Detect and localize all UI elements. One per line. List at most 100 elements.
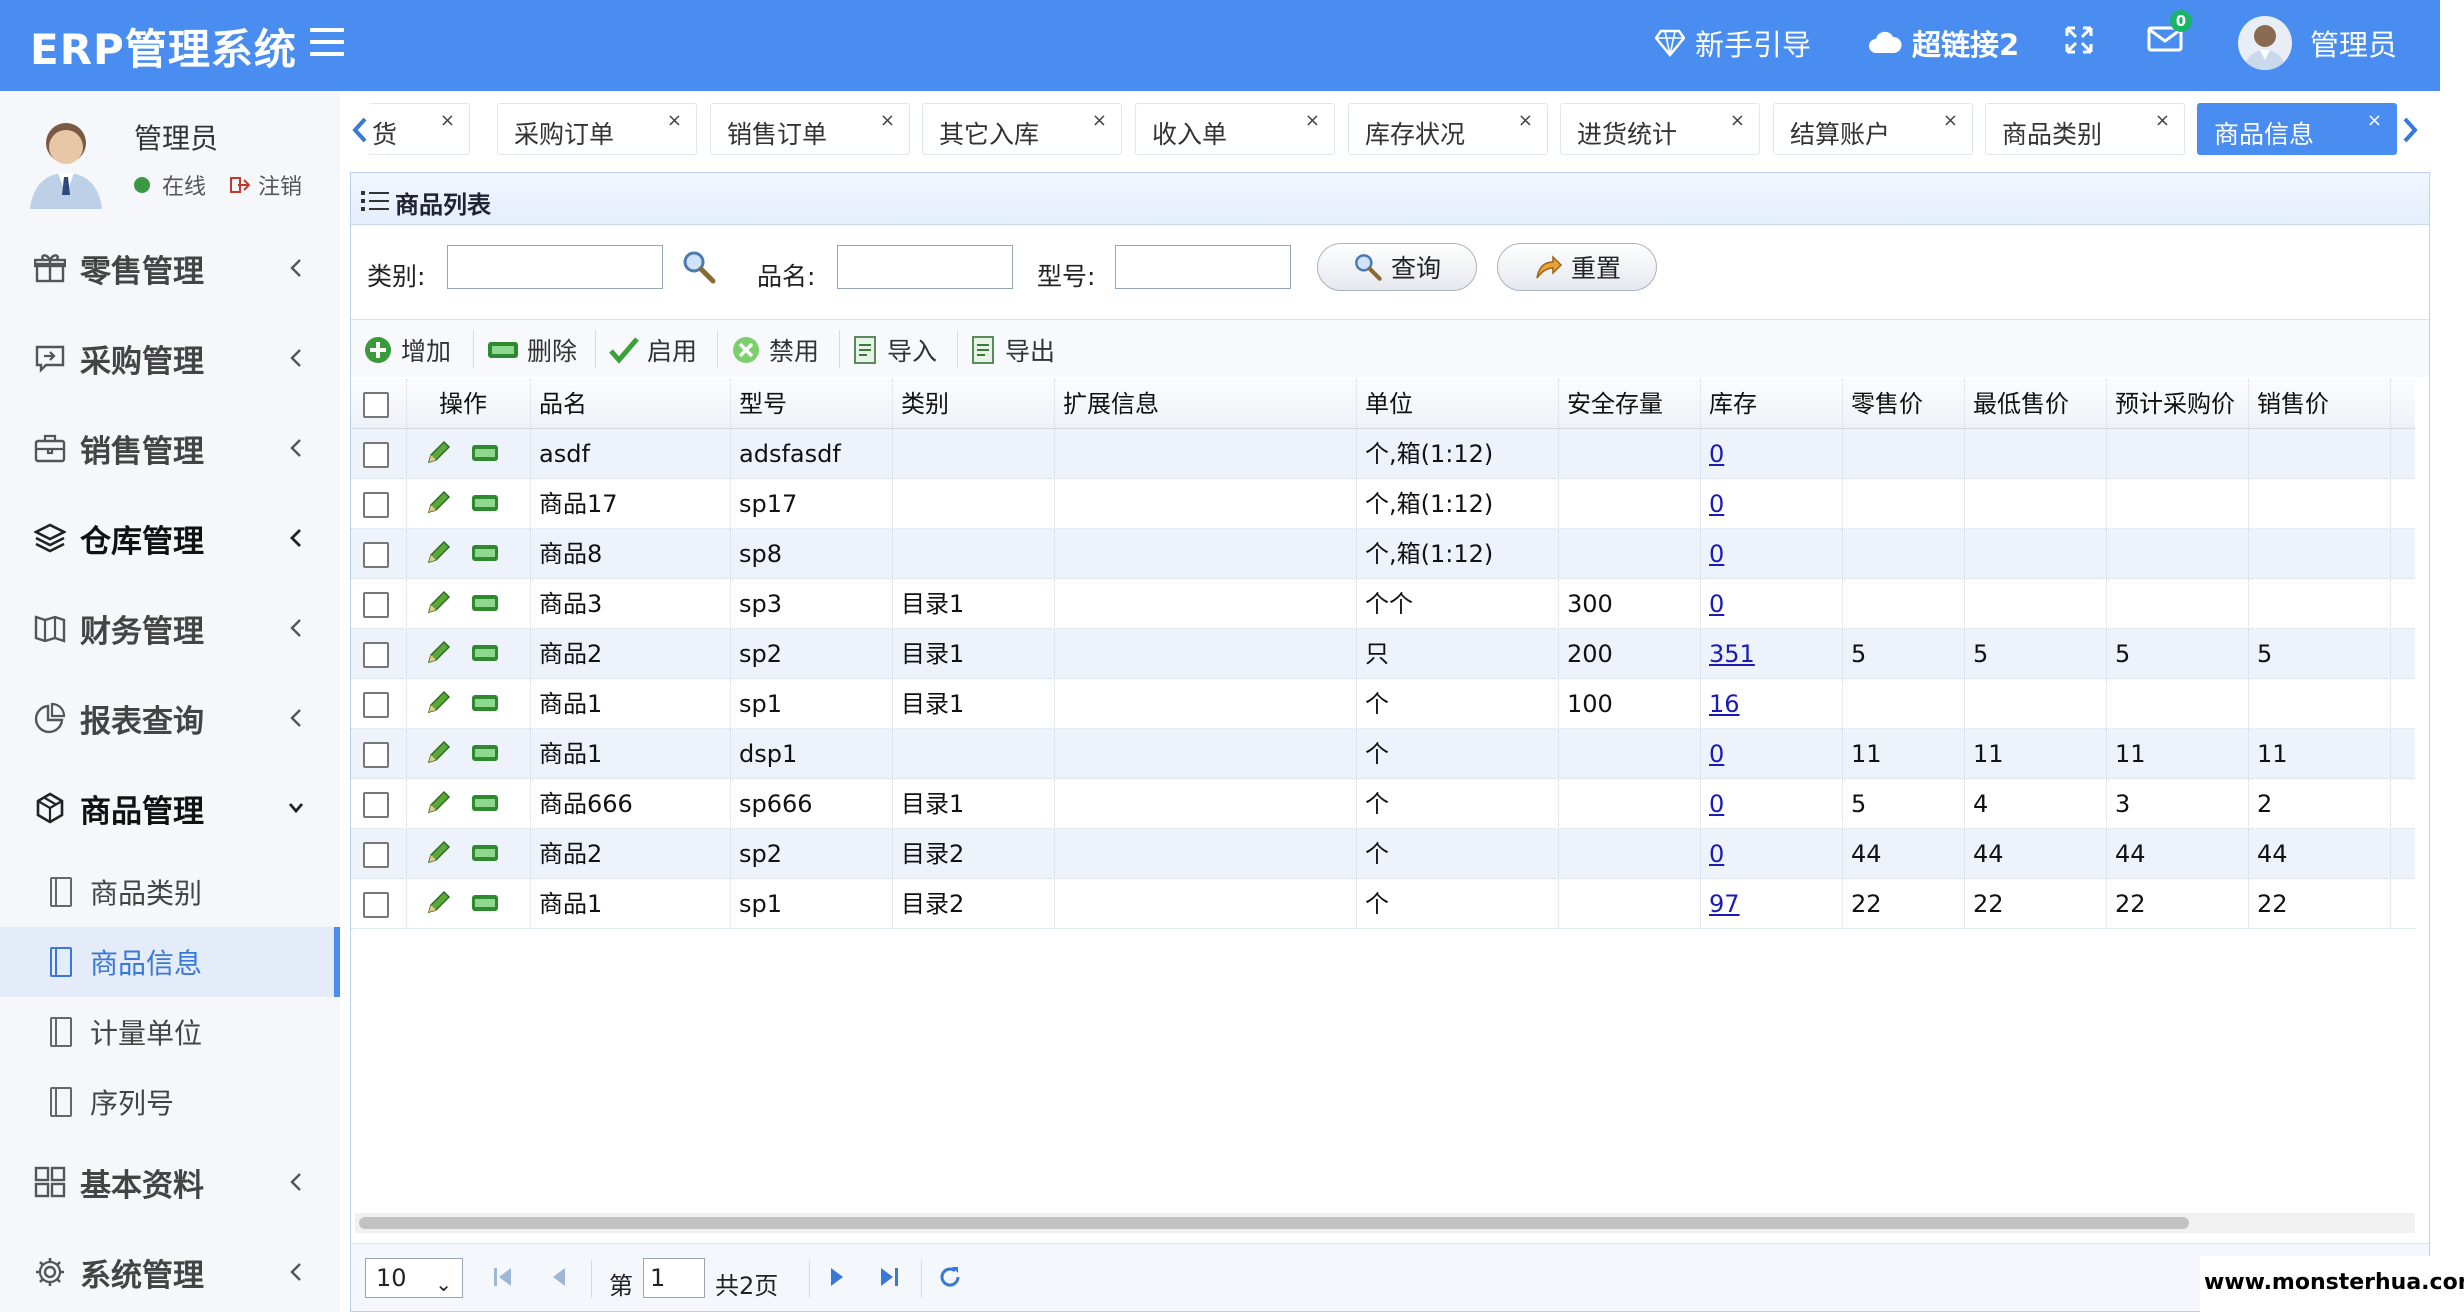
reset-button[interactable]: 重置 bbox=[1497, 243, 1657, 291]
sidebar-item-sales[interactable]: 销售管理 bbox=[0, 403, 340, 493]
disable-button[interactable]: 禁用 bbox=[731, 330, 819, 370]
close-icon[interactable]: × bbox=[1730, 110, 1745, 131]
tab-purchase-stats[interactable]: 进货统计 × bbox=[1560, 103, 1760, 155]
edit-icon[interactable] bbox=[425, 840, 451, 866]
row-checkbox[interactable] bbox=[363, 892, 389, 918]
disable-row-icon[interactable] bbox=[471, 743, 499, 763]
tab-product-category[interactable]: 商品类别 × bbox=[1985, 103, 2185, 155]
column-header[interactable]: 扩展信息 bbox=[1055, 379, 1357, 429]
edit-icon[interactable] bbox=[425, 440, 451, 466]
search-icon[interactable] bbox=[681, 249, 717, 285]
edit-icon[interactable] bbox=[425, 890, 451, 916]
category-input[interactable] bbox=[447, 245, 663, 289]
row-checkbox[interactable] bbox=[363, 642, 389, 668]
next-page-icon[interactable] bbox=[825, 1264, 849, 1290]
close-icon[interactable]: × bbox=[880, 110, 895, 131]
column-header[interactable]: 类别 bbox=[893, 379, 1055, 429]
edit-icon[interactable] bbox=[425, 490, 451, 516]
sidebar-item-retail[interactable]: 零售管理 bbox=[0, 223, 340, 313]
table-row[interactable]: 商品1 sp1 目录2 个 97 22 22 22 22 bbox=[351, 879, 2415, 929]
stock-link[interactable]: 0 bbox=[1709, 790, 1724, 818]
page-number-input[interactable]: 1 bbox=[643, 1258, 705, 1298]
table-row[interactable]: 商品2 sp2 目录1 只 200 351 5 5 5 5 bbox=[351, 629, 2415, 679]
first-page-icon[interactable] bbox=[491, 1264, 515, 1290]
disable-row-icon[interactable] bbox=[471, 493, 499, 513]
edit-icon[interactable] bbox=[425, 740, 451, 766]
tab-sales-order[interactable]: 销售订单 × bbox=[710, 103, 910, 155]
column-header[interactable]: 品名 bbox=[531, 379, 731, 429]
sidebar-subitem-units[interactable]: 计量单位 bbox=[0, 997, 340, 1067]
stock-link[interactable]: 16 bbox=[1709, 690, 1740, 718]
scrollbar-thumb[interactable] bbox=[359, 1217, 2189, 1229]
close-icon[interactable]: × bbox=[1943, 110, 1958, 131]
prev-page-icon[interactable] bbox=[547, 1264, 571, 1290]
row-checkbox[interactable] bbox=[363, 592, 389, 618]
column-header[interactable]: 单位 bbox=[1357, 379, 1559, 429]
fullscreen-icon[interactable] bbox=[2063, 24, 2095, 56]
close-icon[interactable]: × bbox=[2367, 110, 2382, 131]
table-row[interactable]: 商品8 sp8 个,箱(1:12) 0 bbox=[351, 529, 2415, 579]
close-icon[interactable]: × bbox=[440, 110, 455, 131]
stock-link[interactable]: 97 bbox=[1709, 890, 1740, 918]
close-icon[interactable]: × bbox=[1518, 110, 1533, 131]
tab-income[interactable]: 收入单 × bbox=[1135, 103, 1335, 155]
enable-button[interactable]: 启用 bbox=[609, 330, 697, 370]
query-button[interactable]: 查询 bbox=[1317, 243, 1477, 291]
disable-row-icon[interactable] bbox=[471, 893, 499, 913]
row-checkbox[interactable] bbox=[363, 792, 389, 818]
column-header[interactable]: 型号 bbox=[731, 379, 893, 429]
delete-button[interactable]: 删除 bbox=[487, 330, 577, 370]
export-button[interactable]: 导出 bbox=[971, 330, 1055, 370]
refresh-icon[interactable] bbox=[937, 1264, 963, 1290]
model-input[interactable] bbox=[1115, 245, 1291, 289]
row-checkbox[interactable] bbox=[363, 492, 389, 518]
sidebar-item-basic-data[interactable]: 基本资料 bbox=[0, 1137, 340, 1227]
sidebar-item-finance[interactable]: 财务管理 bbox=[0, 583, 340, 673]
stock-link[interactable]: 0 bbox=[1709, 490, 1724, 518]
column-header[interactable]: 库存 bbox=[1701, 379, 1843, 429]
tab-stock-status[interactable]: 库存状况 × bbox=[1348, 103, 1548, 155]
table-row[interactable]: 商品3 sp3 目录1 个个 300 0 bbox=[351, 579, 2415, 629]
table-row[interactable]: 商品2 sp2 目录2 个 0 44 44 44 44 bbox=[351, 829, 2415, 879]
edit-icon[interactable] bbox=[425, 790, 451, 816]
close-icon[interactable]: × bbox=[2155, 110, 2170, 131]
stock-link[interactable]: 0 bbox=[1709, 840, 1724, 868]
edit-icon[interactable] bbox=[425, 690, 451, 716]
tab-purchase-order[interactable]: 采购订单 × bbox=[497, 103, 697, 155]
tab-product-info[interactable]: 商品信息 × bbox=[2197, 103, 2397, 155]
row-checkbox[interactable] bbox=[363, 542, 389, 568]
last-page-icon[interactable] bbox=[877, 1264, 901, 1290]
stock-link[interactable]: 0 bbox=[1709, 740, 1724, 768]
column-header[interactable]: 最低售价 bbox=[1965, 379, 2107, 429]
select-all-checkbox[interactable] bbox=[363, 392, 389, 418]
tab-settlement-account[interactable]: 结算账户 × bbox=[1773, 103, 1973, 155]
page-size-select[interactable]: 10 ⌄ bbox=[365, 1258, 463, 1298]
menu-toggle-icon[interactable] bbox=[310, 28, 344, 58]
import-button[interactable]: 导入 bbox=[853, 330, 937, 370]
disable-row-icon[interactable] bbox=[471, 843, 499, 863]
table-row[interactable]: 商品666 sp666 目录1 个 0 5 4 3 2 bbox=[351, 779, 2415, 829]
sidebar-item-reports[interactable]: 报表查询 bbox=[0, 673, 340, 763]
column-header[interactable]: 预计采购价 bbox=[2107, 379, 2249, 429]
logout-link[interactable]: 注销 bbox=[230, 169, 302, 201]
sidebar-subitem-serial[interactable]: 序列号 bbox=[0, 1067, 340, 1137]
sidebar-item-products[interactable]: 商品管理 bbox=[0, 763, 340, 853]
column-header[interactable]: 销售价 bbox=[2249, 379, 2391, 429]
tab-scroll-left-icon[interactable] bbox=[350, 115, 370, 145]
header-username[interactable]: 管理员 bbox=[2310, 22, 2397, 64]
sidebar-subitem-product-category[interactable]: 商品类别 bbox=[0, 857, 340, 927]
stock-link[interactable]: 0 bbox=[1709, 440, 1724, 468]
row-checkbox[interactable] bbox=[363, 442, 389, 468]
column-header[interactable]: 零售价 bbox=[1843, 379, 1965, 429]
stock-link[interactable]: 0 bbox=[1709, 590, 1724, 618]
disable-row-icon[interactable] bbox=[471, 443, 499, 463]
stock-link[interactable]: 351 bbox=[1709, 640, 1755, 668]
close-icon[interactable]: × bbox=[1092, 110, 1107, 131]
disable-row-icon[interactable] bbox=[471, 543, 499, 563]
disable-row-icon[interactable] bbox=[471, 593, 499, 613]
tab-scroll-right-icon[interactable] bbox=[2400, 115, 2420, 145]
name-input[interactable] bbox=[837, 245, 1013, 289]
app-brand[interactable]: ERP管理系统 bbox=[30, 16, 297, 77]
stock-link[interactable]: 0 bbox=[1709, 540, 1724, 568]
disable-row-icon[interactable] bbox=[471, 643, 499, 663]
